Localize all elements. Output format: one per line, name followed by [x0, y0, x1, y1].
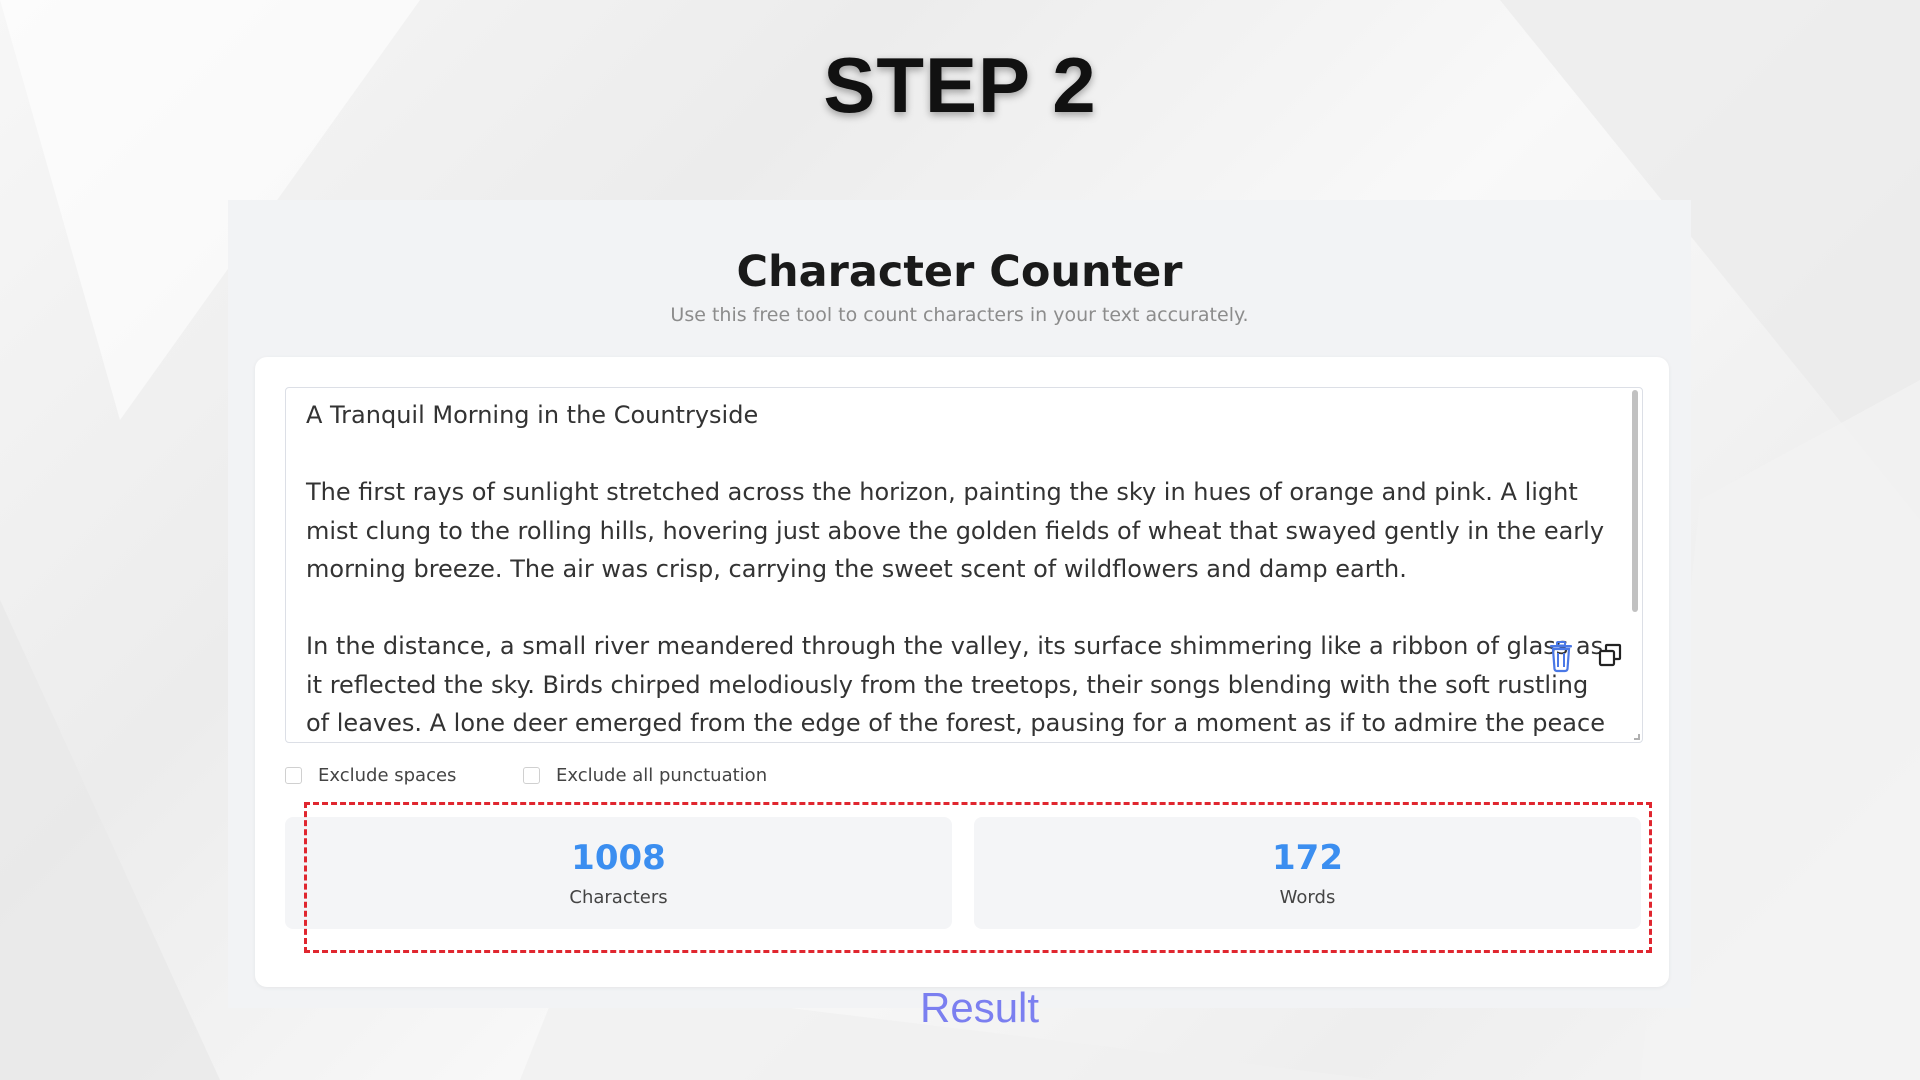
exclude-punctuation-option[interactable]: Exclude all punctuation: [523, 764, 767, 786]
copy-icon[interactable]: [1596, 641, 1626, 673]
exclude-punctuation-checkbox[interactable]: [523, 766, 540, 784]
exclude-spaces-option[interactable]: Exclude spaces: [285, 764, 456, 786]
scrollbar-thumb[interactable]: [1632, 390, 1638, 612]
text-paragraph: The first rays of sunlight stretched acr…: [306, 478, 1605, 583]
text-paragraph: A Tranquil Morning in the Countryside: [306, 401, 759, 429]
exclude-spaces-checkbox[interactable]: [285, 766, 302, 784]
exclude-punctuation-label: Exclude all punctuation: [556, 764, 768, 786]
result-annotation: Result: [920, 984, 1040, 1031]
text-input-area[interactable]: A Tranquil Morning in the Countryside Th…: [285, 387, 1643, 743]
text-content[interactable]: A Tranquil Morning in the Countryside Th…: [306, 396, 1606, 742]
resize-handle[interactable]: [1634, 734, 1640, 740]
exclude-spaces-label: Exclude spaces: [318, 764, 457, 786]
trash-icon[interactable]: [1546, 641, 1576, 673]
text-paragraph: In the distance, a small river meandered…: [306, 632, 1605, 737]
step-title: STEP 2: [823, 41, 1097, 129]
result-highlight-box: [304, 802, 1652, 953]
app-subtitle: Use this free tool to count characters i…: [670, 304, 1249, 326]
app-title: Character Counter: [736, 247, 1183, 297]
